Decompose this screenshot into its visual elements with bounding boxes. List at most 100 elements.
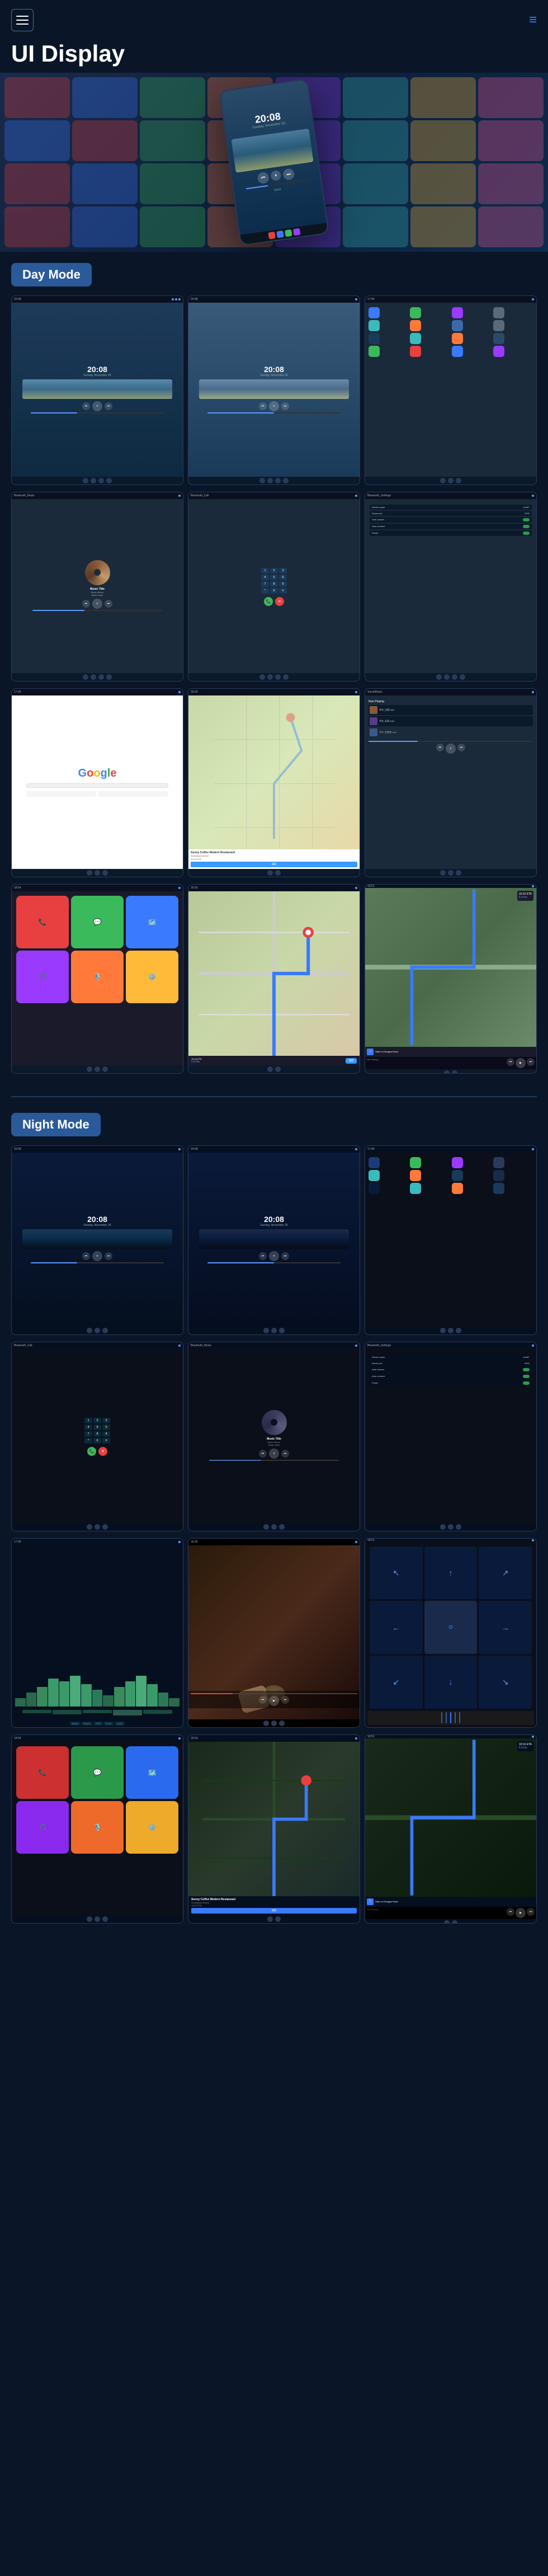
app-icon-3[interactable] <box>452 307 463 318</box>
app-icon-12[interactable] <box>369 346 380 357</box>
auto-connect-toggle[interactable] <box>523 525 530 528</box>
night-end-call-btn[interactable]: ✕ <box>98 1447 107 1456</box>
cp-messages[interactable]: 💬 <box>71 896 124 948</box>
video-prev[interactable]: ⏮ <box>259 1696 267 1704</box>
eq-preset-5[interactable]: JAZZ <box>115 1722 125 1726</box>
app-icon-11[interactable] <box>493 333 504 344</box>
app-icon-1[interactable] <box>369 307 380 318</box>
cp-phone[interactable]: 📞 <box>16 896 69 948</box>
app-icon-6[interactable] <box>410 320 421 331</box>
nav-go-btn-2[interactable]: GO <box>346 1058 357 1064</box>
power-toggle[interactable] <box>523 532 530 535</box>
nav-icon[interactable]: ≡ <box>529 12 537 28</box>
night-bt-prev[interactable]: ⏮ <box>259 1450 267 1458</box>
night-key-4[interactable]: 4 <box>84 1425 92 1430</box>
social-play[interactable]: ⏸ <box>446 744 456 754</box>
nav-go-button[interactable]: GO <box>191 862 357 867</box>
eq-preset-3[interactable]: POP <box>93 1722 102 1726</box>
night-app-8[interactable] <box>369 1183 380 1194</box>
night-key-5[interactable]: 5 <box>93 1425 101 1430</box>
night-app-7[interactable] <box>493 1170 504 1181</box>
night-key-8[interactable]: 8 <box>93 1431 101 1437</box>
key-1[interactable]: 1 <box>261 568 269 574</box>
app-icon-7[interactable] <box>452 320 463 331</box>
night-go-btn[interactable]: GO <box>191 1908 357 1914</box>
night-key-2[interactable]: 2 <box>93 1418 101 1423</box>
google-search-bar[interactable] <box>26 783 168 788</box>
night-key-star[interactable]: * <box>84 1438 92 1444</box>
night-call-btn[interactable]: 📞 <box>87 1447 96 1456</box>
night-cp-phone[interactable]: 📞 <box>16 1746 69 1799</box>
key-8[interactable]: 8 <box>270 581 278 587</box>
night-prev-1[interactable]: ⏮ <box>82 1252 90 1260</box>
app-icon-5[interactable] <box>369 320 380 331</box>
call-btn[interactable]: 📞 <box>264 597 273 606</box>
night-key-0[interactable]: 0 <box>93 1438 101 1444</box>
night-app-bt[interactable] <box>493 1157 504 1168</box>
nav-arrow-center[interactable]: ⊙ <box>424 1601 478 1654</box>
key-7[interactable]: 7 <box>261 581 269 587</box>
play-btn-2[interactable]: ⏸ <box>269 401 279 411</box>
nav-arrow-dr[interactable]: ↘ <box>479 1656 532 1709</box>
app-icon-14[interactable] <box>452 346 463 357</box>
app-icon-9[interactable] <box>410 333 421 344</box>
night-key-9[interactable]: 9 <box>102 1431 110 1437</box>
app-icon-4[interactable] <box>493 307 504 318</box>
app-icon-8[interactable] <box>369 333 380 344</box>
night-play-2[interactable]: ⏸ <box>269 1251 279 1261</box>
key-4[interactable]: 4 <box>261 575 269 580</box>
bt-prev[interactable]: ⏮ <box>82 600 90 608</box>
key-9[interactable]: 9 <box>279 581 287 587</box>
app-icon-15[interactable] <box>493 346 504 357</box>
social-next[interactable]: ⏭ <box>457 744 465 751</box>
app-icon-13[interactable] <box>410 346 421 357</box>
video-play[interactable]: ▶ <box>269 1696 279 1706</box>
nav-arrow-ul[interactable]: ↖ <box>370 1546 423 1600</box>
night-app-4[interactable] <box>369 1170 380 1181</box>
social-prev[interactable]: ⏮ <box>436 744 444 751</box>
bt-play[interactable]: ⏸ <box>92 599 102 609</box>
night-app-3[interactable] <box>452 1157 463 1168</box>
app-icon-bt[interactable] <box>493 320 504 331</box>
night-app-6[interactable] <box>452 1170 463 1181</box>
social-track-2[interactable]: 华年_标准.mp3 <box>369 716 533 726</box>
hero-next-btn[interactable]: ⏭ <box>282 168 295 181</box>
night-prev-2[interactable]: ⏮ <box>259 1252 267 1260</box>
nav-arrow-up[interactable]: ↑ <box>424 1546 478 1600</box>
eq-preset-4[interactable]: FLAT <box>104 1722 114 1726</box>
night-play-1[interactable]: ⏸ <box>92 1251 102 1261</box>
app-icon-10[interactable] <box>452 333 463 344</box>
key-3[interactable]: 3 <box>279 568 287 574</box>
eq-preset-2[interactable]: ROCK <box>82 1722 93 1726</box>
cp-music[interactable]: 🎵 <box>16 951 69 1003</box>
key-6[interactable]: 6 <box>279 575 287 580</box>
night-app-9[interactable] <box>410 1183 421 1194</box>
cp-maps[interactable]: 🗺️ <box>126 896 178 948</box>
video-next[interactable]: ⏭ <box>281 1696 289 1704</box>
night-app-5[interactable] <box>410 1170 421 1181</box>
nav-arrow-dl[interactable]: ↙ <box>370 1656 423 1709</box>
key-hash[interactable]: # <box>279 588 287 594</box>
cp-settings[interactable]: ⚙️ <box>126 951 178 1003</box>
nav-arrow-down[interactable]: ↓ <box>424 1656 478 1709</box>
key-5[interactable]: 5 <box>270 575 278 580</box>
nav-arrow-left[interactable]: ← <box>370 1601 423 1654</box>
night-key-3[interactable]: 3 <box>102 1418 110 1423</box>
night-cp-music[interactable]: 🎵 <box>16 1801 69 1854</box>
bt-next[interactable]: ⏭ <box>105 600 112 608</box>
night-cp-podcast[interactable]: 🎙️ <box>71 1801 124 1854</box>
nav-arrow-right[interactable]: → <box>479 1601 532 1654</box>
eq-preset-1[interactable]: BASS <box>70 1722 81 1726</box>
night-key-hash[interactable]: # <box>102 1438 110 1444</box>
key-star[interactable]: * <box>261 588 269 594</box>
menu-icon[interactable] <box>11 9 34 31</box>
key-2[interactable]: 2 <box>270 568 278 574</box>
key-0[interactable]: 0 <box>270 588 278 594</box>
social-track-3[interactable]: 华年_完整版.mp3 <box>369 727 533 737</box>
night-app-11[interactable] <box>493 1183 504 1194</box>
night-cp-messages[interactable]: 💬 <box>71 1746 124 1799</box>
nav-arrow-ur[interactable]: ↗ <box>479 1546 532 1600</box>
social-track-1[interactable]: 华年_无损.mp3 <box>369 705 533 715</box>
auto-answer-toggle[interactable] <box>523 518 530 521</box>
hero-play-btn[interactable]: ⏸ <box>270 170 281 181</box>
